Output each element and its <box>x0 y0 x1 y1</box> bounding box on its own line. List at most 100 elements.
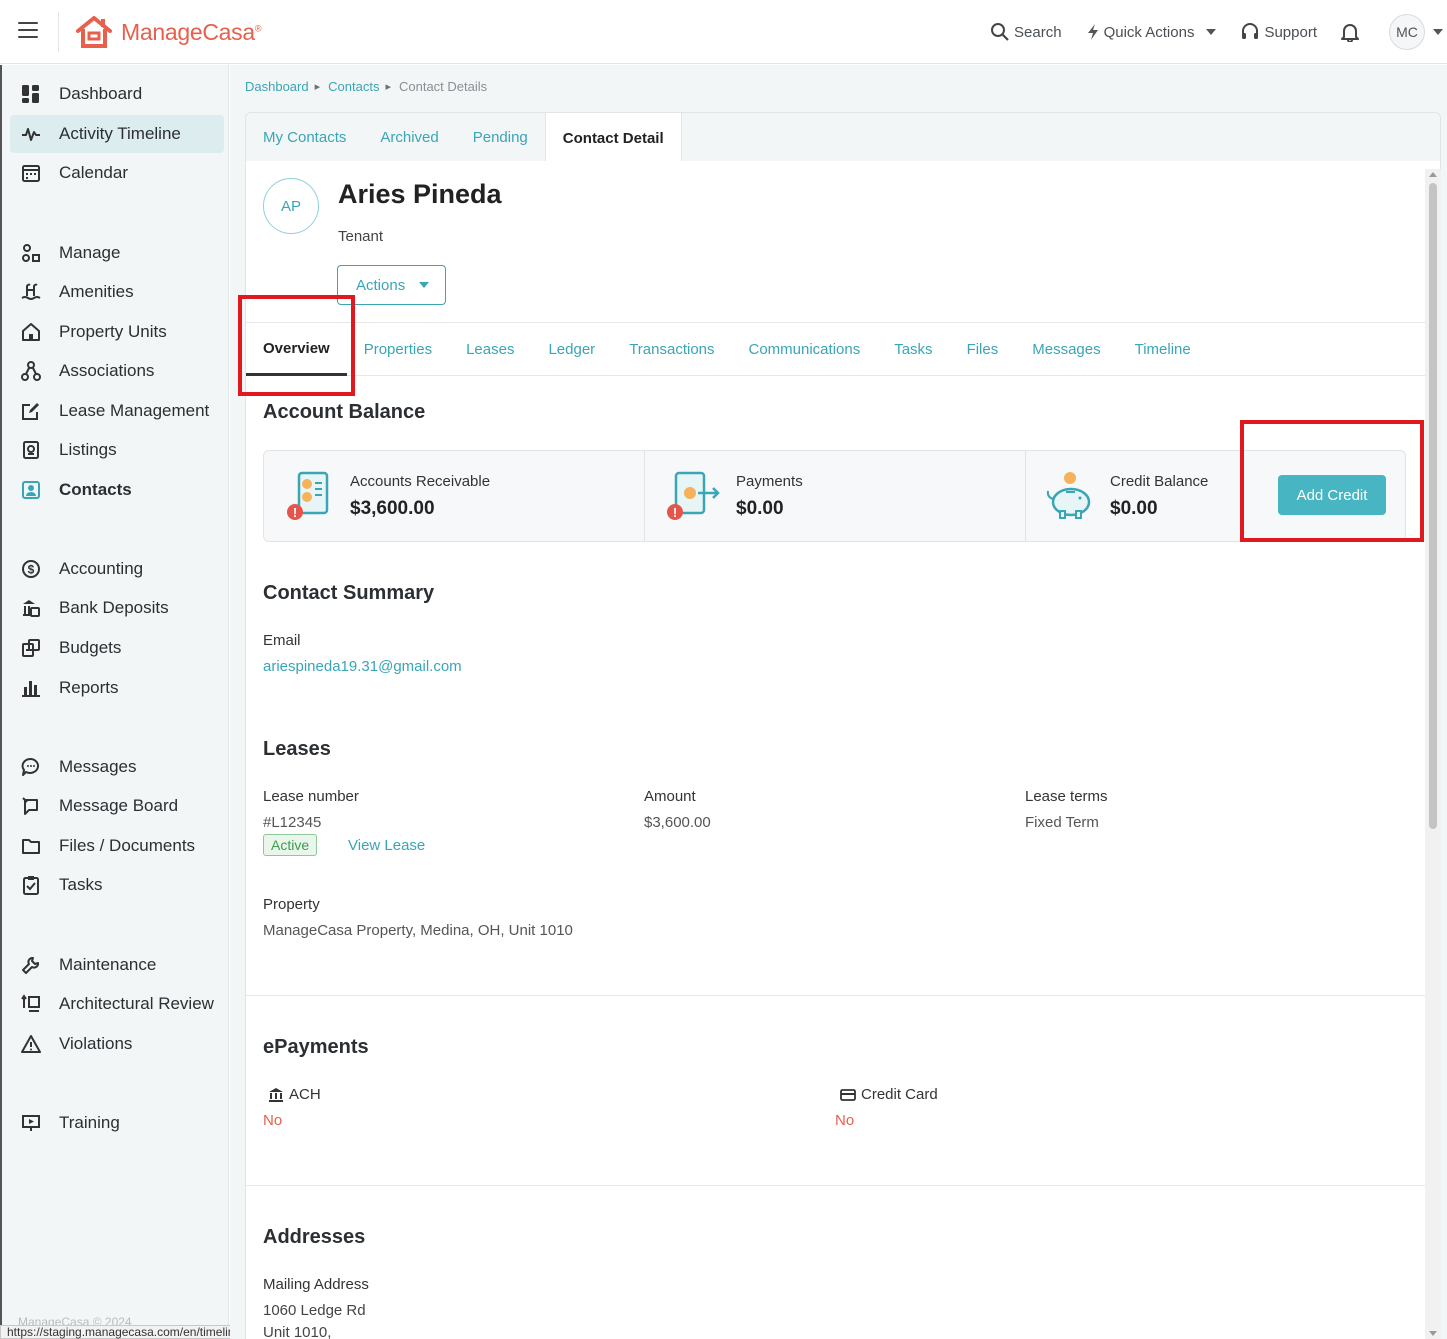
quick-actions-label: Quick Actions <box>1103 23 1195 41</box>
scrollbar-thumb[interactable] <box>1429 183 1437 829</box>
breadcrumb-dashboard[interactable]: Dashboard <box>245 79 309 94</box>
account-balance-heading: Account Balance <box>263 401 426 423</box>
sidebar-item-associations[interactable]: Associations <box>10 352 224 390</box>
sidebar-item-tasks[interactable]: Tasks <box>10 866 224 904</box>
chevron-right-icon: ▸ <box>385 81 391 93</box>
chevron-down-icon <box>419 282 430 288</box>
accounts-receivable-card: ! Accounts Receivable $3,600.00 <box>286 451 490 541</box>
sidebar-item-property-units[interactable]: Property Units <box>10 313 224 351</box>
subtab-ledger[interactable]: Ledger <box>531 323 612 376</box>
subtab-transactions[interactable]: Transactions <box>612 323 731 376</box>
headset-icon <box>1242 23 1259 39</box>
contact-summary-heading: Contact Summary <box>263 582 435 604</box>
search-icon <box>991 23 1009 41</box>
sidebar-item-label: Accounting <box>59 559 144 578</box>
subtab-timeline[interactable]: Timeline <box>1118 323 1208 376</box>
tab-my-contacts[interactable]: My Contacts <box>246 113 363 162</box>
sidebar-item-contacts[interactable]: Contacts <box>10 471 224 509</box>
property-value: ManageCasa Property, Medina, OH, Unit 10… <box>263 922 573 939</box>
credit-card-label-text: Credit Card <box>861 1086 938 1103</box>
subtab-messages[interactable]: Messages <box>1015 323 1117 376</box>
hamburger-menu-icon[interactable] <box>18 22 38 38</box>
sidebar-item-training[interactable]: Training <box>10 1104 224 1142</box>
sidebar-item-calendar[interactable]: Calendar <box>10 154 224 192</box>
sidebar-item-label: Bank Deposits <box>59 598 169 617</box>
email-link[interactable]: ariespineda19.31@gmail.com <box>263 658 462 675</box>
annotation-box-overview <box>238 295 355 396</box>
actions-label: Actions <box>356 276 406 294</box>
quick-actions-button[interactable]: Quick Actions <box>1086 23 1217 41</box>
sidebar-item-label: Architectural Review <box>59 994 214 1013</box>
user-avatar[interactable]: MC <box>1389 14 1425 50</box>
sidebar-item-lease-management[interactable]: Lease Management <box>10 392 224 430</box>
lease-terms-value: Fixed Term <box>1025 814 1099 831</box>
top-nav: Search Quick Actions Support MC <box>990 0 1447 64</box>
content-scrollbar[interactable] <box>1425 169 1441 1339</box>
listing-icon <box>21 440 41 460</box>
contact-role: Tenant <box>338 228 384 245</box>
payment-transfer-icon: ! <box>667 471 720 520</box>
contacts-tabs: My Contacts Archived Pending Contact Det… <box>245 112 1441 163</box>
subtab-properties[interactable]: Properties <box>347 323 449 376</box>
tab-archived[interactable]: Archived <box>363 113 455 162</box>
sidebar-item-amenities[interactable]: Amenities <box>10 273 224 311</box>
sidebar-item-violations[interactable]: Violations <box>10 1025 224 1063</box>
subtab-files[interactable]: Files <box>950 323 1016 376</box>
house-logo-icon <box>76 16 112 48</box>
avatar-chevron-down-icon[interactable] <box>1433 29 1443 35</box>
annotation-box-add-credit <box>1240 420 1424 542</box>
sidebar-item-activity-timeline[interactable]: Activity Timeline <box>10 115 224 153</box>
mailing-address-label: Mailing Address <box>263 1276 369 1293</box>
sidebar-item-files-documents[interactable]: Files / Documents <box>10 827 224 865</box>
contact-name: Aries Pineda <box>338 179 502 209</box>
sidebar-item-listings[interactable]: Listings <box>10 431 224 469</box>
edit-document-icon <box>21 401 41 421</box>
sidebar-item-label: Manage <box>59 243 121 262</box>
sidebar-item-reports[interactable]: Reports <box>10 669 224 707</box>
review-icon <box>21 994 41 1014</box>
amount-label: Amount <box>644 788 696 805</box>
sidebar-item-architectural-review[interactable]: Architectural Review <box>10 985 224 1023</box>
svg-text:$: $ <box>28 563 35 577</box>
subtab-communications[interactable]: Communications <box>732 323 878 376</box>
search-button[interactable]: Search <box>990 22 1062 42</box>
sidebar-item-accounting[interactable]: $ Accounting <box>10 550 224 588</box>
breadcrumb-contacts[interactable]: Contacts <box>328 79 379 94</box>
sidebar-item-label: Training <box>59 1113 120 1132</box>
ach-label-text: ACH <box>289 1086 321 1103</box>
contact-detail-panel: AP Aries Pineda Tenant Actions Overview … <box>245 161 1441 1339</box>
credit-card-label: Credit Card <box>840 1086 938 1103</box>
sidebar-item-bank-deposits[interactable]: Bank Deposits <box>10 589 224 627</box>
scroll-down-arrow-icon[interactable] <box>1429 1331 1437 1336</box>
subtab-leases[interactable]: Leases <box>449 323 531 376</box>
clipboard-check-icon <box>21 875 41 895</box>
sidebar-item-maintenance[interactable]: Maintenance <box>10 946 224 984</box>
property-label: Property <box>263 896 320 913</box>
pool-icon <box>21 282 41 302</box>
subtab-tasks[interactable]: Tasks <box>877 323 949 376</box>
sidebar-item-messages[interactable]: Messages <box>10 748 224 786</box>
notifications-button[interactable] <box>1341 22 1363 42</box>
amount-value: $3,600.00 <box>644 814 711 831</box>
support-button[interactable]: Support <box>1240 22 1317 42</box>
lease-status-badge: Active <box>263 834 318 856</box>
breadcrumb-current: Contact Details <box>398 79 488 94</box>
logo[interactable]: ManageCasa® <box>58 12 261 52</box>
sidebar-item-label: Files / Documents <box>59 836 196 855</box>
breadcrumb: Dashboard ▸ Contacts ▸ Contact Details <box>245 79 487 94</box>
chevron-down-icon <box>1206 29 1217 35</box>
sidebar-item-budgets[interactable]: Budgets <box>10 629 224 667</box>
sidebar-item-label: Tasks <box>59 875 103 894</box>
tab-pending[interactable]: Pending <box>456 113 545 162</box>
lease-terms-label: Lease terms <box>1025 788 1108 805</box>
sidebar-item-message-board[interactable]: Message Board <box>10 787 224 825</box>
scroll-up-arrow-icon[interactable] <box>1429 172 1437 177</box>
view-lease-link[interactable]: View Lease <box>348 837 425 854</box>
sidebar-item-label: Amenities <box>59 282 134 301</box>
sidebar-item-manage[interactable]: Manage <box>10 234 224 272</box>
contact-subtabs: Overview Properties Leases Ledger Transa… <box>246 322 1426 376</box>
support-label: Support <box>1264 23 1317 41</box>
tab-contact-detail[interactable]: Contact Detail <box>544 113 682 163</box>
sidebar-item-dashboard[interactable]: Dashboard <box>10 75 224 113</box>
payments-card: ! Payments $0.00 <box>666 451 803 541</box>
